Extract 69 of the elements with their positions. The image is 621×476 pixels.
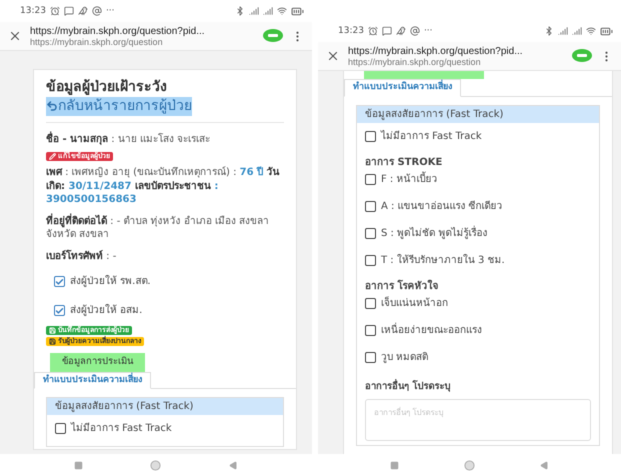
checkbox-label: ส่งผู้ป่วยให้ อสม. bbox=[70, 304, 142, 318]
section-title: อาการ STROKE bbox=[365, 156, 444, 169]
checkbox[interactable] bbox=[54, 305, 65, 316]
signal-icon bbox=[263, 6, 273, 16]
clock: 13:23 bbox=[20, 6, 46, 16]
checkbox[interactable] bbox=[365, 200, 376, 212]
assessment-button[interactable]: ข้อมูลการประเมิน bbox=[50, 353, 145, 372]
input-field[interactable]: อาการอื่นๆ โปรดระบุ bbox=[365, 399, 591, 442]
checkbox-label: A : แขนขาอ่อนแรง ซีกเดียว bbox=[381, 200, 503, 213]
pencil-icon bbox=[49, 153, 56, 160]
battery-icon bbox=[600, 24, 613, 38]
save-icon bbox=[49, 327, 56, 334]
back-arrow-icon bbox=[46, 100, 58, 112]
checkbox[interactable] bbox=[365, 298, 376, 309]
checkbox-label: ไม่มีอาการ Fast Track bbox=[71, 422, 172, 436]
clock: 13:23 bbox=[338, 26, 364, 36]
bluetooth-icon bbox=[235, 6, 245, 16]
bird-icon bbox=[78, 6, 88, 16]
back-link[interactable]: กลับหน้ารายการผู้ป่วย bbox=[46, 96, 192, 116]
battery-icon bbox=[291, 4, 304, 18]
checkbox-label: ส่งผู้ป่วยให้ รพ.สต. bbox=[70, 275, 151, 288]
section-title: อาการ โรคหัวใจ bbox=[365, 280, 440, 293]
field-label: อาการอื่นๆ โปรดระบุ bbox=[365, 380, 452, 394]
checkbox-label: S : พูดไม่ชัด พูดไม่รู้เรื่อง bbox=[381, 226, 488, 240]
checkbox[interactable] bbox=[55, 423, 66, 434]
message-icon bbox=[64, 6, 74, 16]
page-title: ข้อมูลผู้ป่วยเฝ้าระวัง bbox=[46, 79, 167, 95]
more-notifications: ··· bbox=[106, 6, 115, 16]
page-url: https://mybrain.skph.org/question?pid... bbox=[348, 46, 524, 56]
checkbox-label: F : หน้าเบี้ยว bbox=[381, 172, 438, 186]
page-address: https://mybrain.skph.org/question bbox=[348, 56, 482, 66]
panel-header: ข้อมูลสงสัยอาการ (Fast Track) bbox=[357, 106, 599, 123]
checkbox[interactable] bbox=[365, 254, 376, 266]
notification-icon bbox=[410, 26, 420, 36]
checkbox[interactable] bbox=[365, 352, 376, 363]
wifi-icon bbox=[586, 26, 596, 36]
checkbox[interactable] bbox=[365, 324, 376, 336]
message-icon bbox=[382, 26, 392, 36]
checkbox-label: เจ็บแน่นหน้าอก bbox=[381, 296, 448, 310]
wifi-icon bbox=[277, 6, 287, 16]
page-address: https://mybrain.skph.org/question bbox=[30, 36, 164, 46]
patient-detail: เพศ : เพศหญิง อายุ (ขณะบันทึกเหตุการณ์) : 76 ปี วันเกิด: 30/11/2487 เลขบัตรประชาชน : 3900500156863 bbox=[46, 166, 281, 207]
tab[interactable]: ทำแบบประเมินความเสี่ยง bbox=[344, 79, 461, 97]
patient-detail: ที่อยู่ที่ติดต่อได้ : - ตำบล ทุ่งหวัง อำเภอ เมือง สงขลา จังหวัด สงขลา bbox=[46, 214, 270, 242]
bluetooth-icon bbox=[544, 26, 554, 36]
checkbox[interactable] bbox=[365, 130, 376, 142]
checkbox[interactable] bbox=[365, 228, 376, 239]
alarm-icon bbox=[368, 26, 378, 36]
checkbox-label: วูบ หมดสติ bbox=[381, 350, 428, 364]
notification-icon bbox=[92, 6, 102, 16]
checkbox[interactable] bbox=[54, 276, 65, 288]
patient-detail: ชื่อ - นามสกุล : นาย แมะโสง จะเรเสะ bbox=[46, 133, 284, 147]
save-icon bbox=[49, 338, 56, 346]
checkbox-label: ไม่มีอาการ Fast Track bbox=[381, 130, 482, 143]
alarm-icon bbox=[50, 6, 60, 16]
bird-icon bbox=[396, 26, 406, 36]
close-icon[interactable] bbox=[8, 29, 22, 43]
panel-header: ข้อมูลสงสัยอาการ (Fast Track) bbox=[47, 398, 283, 416]
patient-detail: เบอร์โทรศัพท์ : - bbox=[46, 250, 118, 264]
checkbox[interactable] bbox=[365, 174, 376, 185]
checkbox-label: เหนื่อยง่ายขณะออกแรง bbox=[381, 324, 482, 337]
page-url: https://mybrain.skph.org/question?pid... bbox=[30, 26, 206, 36]
signal-icon bbox=[572, 26, 582, 36]
close-icon[interactable] bbox=[326, 49, 340, 63]
signal-icon bbox=[558, 26, 568, 36]
signal-icon bbox=[249, 6, 259, 16]
more-notifications: ··· bbox=[424, 26, 433, 36]
checkbox-label: T : ให้รีบรักษาภายใน 3 ชม. bbox=[381, 254, 505, 267]
tab[interactable]: ทำแบบประเมินความเสี่ยง bbox=[34, 372, 151, 390]
